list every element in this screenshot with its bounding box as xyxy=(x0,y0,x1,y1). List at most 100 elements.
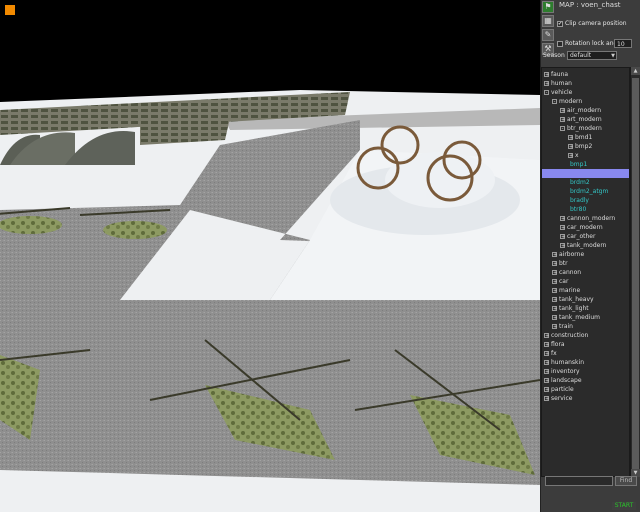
expand-icon[interactable]: + xyxy=(544,333,549,339)
tree-item[interactable]: + tank_light xyxy=(542,304,629,313)
tree-item[interactable]: + service xyxy=(542,394,629,403)
scene-viewport[interactable] xyxy=(0,0,540,512)
tree-item[interactable] xyxy=(542,169,629,178)
tree-item-label: fx xyxy=(551,350,557,357)
tree-item-label: btr80 xyxy=(570,206,587,213)
tree-item[interactable]: bmp1 xyxy=(542,160,629,169)
search-input[interactable] xyxy=(545,476,613,486)
viewport-marker xyxy=(5,5,15,15)
tree-item-label: modern xyxy=(559,98,583,105)
expand-icon[interactable]: + xyxy=(544,369,549,375)
tree-item[interactable]: + cannon xyxy=(542,268,629,277)
tree-item[interactable]: + tank_modern xyxy=(542,241,629,250)
expand-icon[interactable]: + xyxy=(560,117,565,123)
tree-item[interactable]: + marine xyxy=(542,286,629,295)
find-button[interactable]: Find xyxy=(615,476,637,486)
tree-item[interactable]: + fauna xyxy=(542,70,629,79)
tree-item[interactable]: - btr_modern xyxy=(542,124,629,133)
tree-item[interactable]: + air_modern xyxy=(542,106,629,115)
expand-icon[interactable]: + xyxy=(544,360,549,366)
expand-icon[interactable]: + xyxy=(560,234,565,240)
tree-scrollbar[interactable]: ▲ ▼ xyxy=(630,67,640,477)
clip-camera-option[interactable]: ✔ Clip camera position xyxy=(557,20,627,27)
expand-icon[interactable]: + xyxy=(544,72,549,78)
season-select[interactable]: default ▼ xyxy=(567,51,617,60)
expand-icon[interactable]: + xyxy=(544,342,549,348)
clip-camera-label: Clip camera position xyxy=(565,20,627,27)
tree-item[interactable]: bradly xyxy=(542,196,629,205)
tree-item[interactable]: btr80 xyxy=(542,205,629,214)
expand-icon[interactable]: + xyxy=(560,108,565,114)
tree-item[interactable]: + train xyxy=(542,322,629,331)
expand-icon[interactable]: + xyxy=(552,315,557,321)
tree-item-label: marine xyxy=(559,287,581,294)
expand-icon[interactable]: + xyxy=(544,351,549,357)
tree-item[interactable]: + inventory xyxy=(542,367,629,376)
rotation-angle-input[interactable]: 10 xyxy=(614,39,632,48)
tree-item[interactable]: + btr xyxy=(542,259,629,268)
tree-item[interactable]: + fx xyxy=(542,349,629,358)
start-button[interactable]: START xyxy=(612,502,636,510)
tree-item[interactable]: + humanskin xyxy=(542,358,629,367)
tree-item-label: bmp2 xyxy=(575,143,593,150)
tree-item[interactable]: + bmd1 xyxy=(542,133,629,142)
tree-item[interactable]: + car xyxy=(542,277,629,286)
green-flag-icon[interactable]: ⚑ xyxy=(542,1,554,13)
tree-item[interactable]: + human xyxy=(542,79,629,88)
expand-icon[interactable]: + xyxy=(544,378,549,384)
tree-item[interactable]: + construction xyxy=(542,331,629,340)
tree-item[interactable]: + car_modern xyxy=(542,223,629,232)
expand-icon[interactable]: + xyxy=(552,252,557,258)
collapse-icon[interactable]: - xyxy=(560,126,565,132)
tree-item[interactable]: + tank_heavy xyxy=(542,295,629,304)
tree-item[interactable]: + airborne xyxy=(542,250,629,259)
object-tree[interactable]: + fauna + human - vehicle - modern + air_modern + a… xyxy=(541,67,630,477)
tree-item[interactable]: + landscape xyxy=(542,376,629,385)
expand-icon[interactable]: + xyxy=(552,261,557,267)
tree-item-label: car_modern xyxy=(567,224,603,231)
expand-icon[interactable]: + xyxy=(552,297,557,303)
tree-item[interactable]: - modern xyxy=(542,97,629,106)
expand-icon[interactable]: + xyxy=(560,243,565,249)
expand-icon[interactable]: + xyxy=(568,135,573,141)
expand-icon[interactable]: + xyxy=(568,153,573,159)
tree-item-label: airborne xyxy=(559,251,585,258)
season-label: Season xyxy=(543,52,565,59)
pencil-icon[interactable]: ✎ xyxy=(542,29,554,41)
collapse-icon[interactable]: - xyxy=(544,90,549,96)
tree-item-label: cannon xyxy=(559,269,582,276)
collapse-icon[interactable]: - xyxy=(552,99,557,105)
expand-icon[interactable]: + xyxy=(552,270,557,276)
expand-icon[interactable]: + xyxy=(544,81,549,87)
tree-item[interactable]: + cannon_modern xyxy=(542,214,629,223)
expand-icon[interactable]: + xyxy=(552,288,557,294)
tree-item[interactable]: + tank_medium xyxy=(542,313,629,322)
scrollbar-thumb[interactable] xyxy=(632,78,639,470)
tree-item[interactable]: - vehicle xyxy=(542,88,629,97)
tree-item-label: air_modern xyxy=(567,107,601,114)
expand-icon[interactable]: + xyxy=(560,216,565,222)
expand-icon[interactable]: + xyxy=(552,306,557,312)
tree-item[interactable]: + flora xyxy=(542,340,629,349)
tree-item[interactable]: + car_other xyxy=(542,232,629,241)
tree-item[interactable]: brdm2 xyxy=(542,178,629,187)
tree-item[interactable]: + bmp2 xyxy=(542,142,629,151)
tree-item-label: tank_light xyxy=(559,305,589,312)
expand-icon[interactable]: + xyxy=(568,144,573,150)
expand-icon[interactable]: + xyxy=(560,225,565,231)
expand-icon[interactable]: + xyxy=(552,324,557,330)
expand-icon[interactable]: + xyxy=(544,387,549,393)
clip-camera-checkbox[interactable]: ✔ xyxy=(557,20,563,27)
tree-item-label: inventory xyxy=(551,368,580,375)
tree-item[interactable]: + x xyxy=(542,151,629,160)
tree-item-label: bmd1 xyxy=(575,134,593,141)
tree-item[interactable]: + art_modern xyxy=(542,115,629,124)
expand-icon[interactable]: + xyxy=(552,279,557,285)
grid-icon[interactable]: ▦ xyxy=(542,15,554,27)
rotation-lock-checkbox[interactable] xyxy=(557,40,563,47)
tree-item[interactable]: brdm2_atgm xyxy=(542,187,629,196)
scroll-up-icon[interactable]: ▲ xyxy=(631,67,640,75)
tree-item[interactable]: + particle xyxy=(542,385,629,394)
expand-icon[interactable]: + xyxy=(544,396,549,402)
tree-item-label: particle xyxy=(551,386,574,393)
